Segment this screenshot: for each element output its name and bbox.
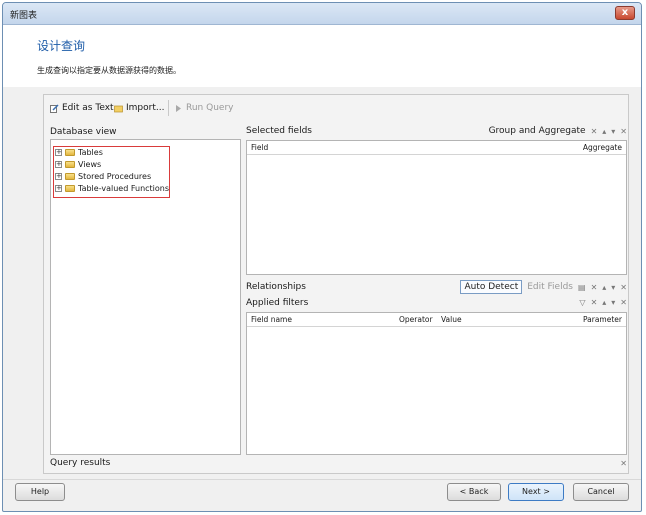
delete-all-icon[interactable]: ✕ (620, 298, 627, 307)
tree-item-tables[interactable]: + Tables (55, 146, 103, 158)
selected-fields-header: Selected fields Group and Aggregate ✕ ▴ … (246, 125, 627, 139)
delete-all-icon[interactable]: ✕ (620, 127, 627, 136)
designer-toolbar: Edit as Text Import... Run Query (44, 95, 628, 119)
applied-filters-grid[interactable]: Field name Operator Value Parameter (246, 312, 627, 455)
help-button[interactable]: Help (15, 483, 65, 501)
edit-text-icon (50, 103, 59, 113)
selected-fields-label: Selected fields (246, 126, 312, 136)
column-header-operator: Operator (399, 315, 433, 324)
column-header-value: Value (441, 315, 462, 324)
column-header-field: Field (251, 143, 269, 152)
move-up-icon[interactable]: ▴ (602, 127, 606, 136)
expand-icon[interactable]: + (55, 160, 62, 168)
tree-item-label: Table-valued Functions (78, 183, 170, 193)
close-results-icon[interactable]: ✕ (620, 459, 627, 468)
applied-filters-columns: Field name Operator Value Parameter (247, 313, 626, 327)
query-results-bar: Query results ✕ (50, 458, 627, 472)
database-view-label: Database view (50, 127, 117, 137)
filter-icon[interactable]: ▽ (579, 298, 585, 307)
tree-item-views[interactable]: + Views (55, 158, 101, 170)
relationships-header: Relationships Auto Detect Edit Fields ▤ … (246, 279, 627, 295)
page-title: 设计查询 (37, 39, 86, 53)
tree-item-stored-procedures[interactable]: + Stored Procedures (55, 170, 151, 182)
column-header-field-name: Field name (251, 315, 292, 324)
delete-icon[interactable]: ✕ (591, 283, 598, 292)
run-query-label: Run Query (186, 103, 234, 113)
page-description: 生成查询以指定要从数据源获得的数据。 (37, 66, 181, 75)
applied-filters-tools: ▽ ✕ ▴ ▾ ✕ (579, 298, 627, 307)
add-relationship-icon[interactable]: ▤ (578, 283, 586, 292)
expand-icon[interactable]: + (55, 184, 62, 192)
wizard-header: 设计查询 生成查询以指定要从数据源获得的数据。 (3, 25, 641, 87)
auto-detect-toggle[interactable]: Auto Detect (460, 280, 523, 294)
toolbar-separator (168, 100, 169, 116)
expand-icon[interactable]: + (55, 148, 62, 156)
move-down-icon[interactable]: ▾ (611, 298, 615, 307)
relationships-label: Relationships (246, 282, 306, 292)
import-label: Import... (126, 103, 165, 113)
window-title: 新图表 (10, 11, 38, 21)
open-folder-icon (114, 105, 123, 112)
close-button[interactable]: x (615, 6, 635, 20)
tree-item-label: Tables (78, 147, 103, 157)
title-bar: 新图表 x (3, 3, 641, 25)
folder-icon (65, 148, 75, 156)
expand-icon[interactable]: + (55, 172, 62, 180)
folder-icon (65, 184, 75, 192)
run-query-button[interactable]: Run Query (174, 101, 233, 115)
move-up-icon[interactable]: ▴ (602, 283, 606, 292)
edit-as-text-button[interactable]: Edit as Text (50, 101, 114, 115)
column-header-aggregate: Aggregate (582, 143, 622, 152)
selected-fields-columns: Field Aggregate (247, 141, 626, 155)
back-button[interactable]: < Back (447, 483, 501, 501)
cancel-button[interactable]: Cancel (573, 483, 629, 501)
tree-item-label: Views (78, 159, 102, 169)
footer-divider (3, 479, 641, 480)
delete-icon[interactable]: ✕ (591, 127, 598, 136)
next-button[interactable]: Next > (508, 483, 564, 501)
column-header-parameter: Parameter (582, 315, 622, 324)
query-panes: Selected fields Group and Aggregate ✕ ▴ … (246, 125, 627, 455)
play-icon (176, 104, 181, 112)
import-button[interactable]: Import... (114, 101, 164, 115)
query-results-label: Query results (50, 458, 111, 468)
database-tree[interactable]: + Tables + Views + Stored Procedures + T… (50, 139, 241, 455)
folder-icon (65, 172, 75, 180)
selected-fields-grid[interactable]: Field Aggregate (246, 140, 627, 275)
query-designer-panel: Edit as Text Import... Run Query Databas… (43, 94, 629, 474)
applied-filters-label: Applied filters (246, 298, 309, 308)
move-up-icon[interactable]: ▴ (602, 298, 606, 307)
delete-icon[interactable]: ✕ (591, 298, 598, 307)
relationships-tools: Auto Detect Edit Fields ▤ ✕ ▴ ▾ ✕ (460, 280, 627, 294)
tree-item-label: Stored Procedures (78, 171, 152, 181)
database-view-pane: Database view + Tables + Views + Stored … (50, 125, 241, 455)
query-designer-window: 新图表 x 设计查询 生成查询以指定要从数据源获得的数据。 Edit as Te… (2, 2, 642, 512)
move-down-icon[interactable]: ▾ (611, 283, 615, 292)
applied-filters-header: Applied filters ▽ ✕ ▴ ▾ ✕ (246, 297, 627, 311)
edit-fields-link[interactable]: Edit Fields (527, 282, 573, 292)
edit-as-text-label: Edit as Text (62, 103, 114, 113)
tree-item-table-valued-functions[interactable]: + Table-valued Functions (55, 182, 169, 194)
move-down-icon[interactable]: ▾ (611, 127, 615, 136)
folder-icon (65, 160, 75, 168)
delete-all-icon[interactable]: ✕ (620, 283, 627, 292)
selected-fields-tools: Group and Aggregate ✕ ▴ ▾ ✕ (489, 126, 627, 136)
group-and-aggregate-link[interactable]: Group and Aggregate (489, 126, 586, 136)
